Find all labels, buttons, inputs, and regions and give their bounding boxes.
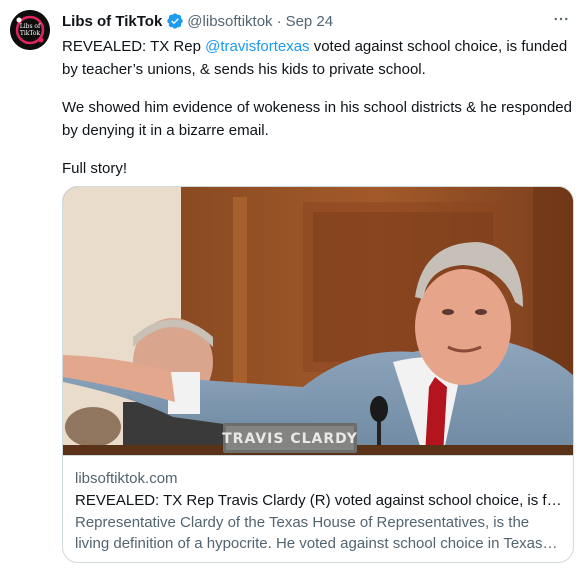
tweet-line1-prefix: REVEALED: TX Rep [62, 38, 206, 55]
timestamp[interactable]: Sep 24 [286, 13, 334, 30]
handle[interactable]: @libsoftiktok [187, 13, 272, 30]
nameplate-text: TRAVIS CLARDY [222, 431, 358, 447]
tweet-paragraph-2: We showed him evidence of wokeness in hi… [62, 99, 572, 139]
tweet-paragraph-1: REVEALED: TX Rep @travisfortexas voted a… [62, 35, 572, 81]
tweet-text: REVEALED: TX Rep @travisfortexas voted a… [62, 35, 572, 180]
display-name[interactable]: Libs of TikTok [62, 13, 162, 30]
card-image[interactable]: TRAVIS CLARDY [63, 187, 573, 455]
card-photo: TRAVIS CLARDY [63, 187, 573, 455]
card-description: Representative Clardy of the Texas House… [75, 514, 543, 552]
link-preview-card[interactable]: TRAVIS CLARDY libsoftiktok.com REVEALED:… [62, 186, 574, 563]
separator-dot: · [276, 12, 282, 30]
mention-link[interactable]: @travisfortexas [205, 38, 309, 55]
avatar-text-line1: Libs of [20, 23, 41, 30]
card-domain: libsoftiktok.com [75, 470, 178, 487]
more-options-button[interactable] [549, 9, 573, 29]
three-dots-icon [554, 17, 568, 21]
card-title: REVEALED: TX Rep Travis Clardy (R) voted… [75, 492, 563, 509]
tweet-paragraph-3: Full story! [62, 160, 128, 177]
tweet[interactable]: Libs of TikTok Libs of TikTok @libsoftik… [0, 0, 587, 573]
avatar-text-line2: TikTok [20, 30, 41, 37]
card-meta[interactable]: libsoftiktok.com REVEALED: TX Rep Travis… [63, 455, 573, 562]
verified-badge-icon [166, 12, 184, 30]
tweet-header: Libs of TikTok @libsoftiktok · Sep 24 [62, 11, 333, 31]
avatar-logo: Libs of TikTok [10, 10, 50, 50]
avatar[interactable]: Libs of TikTok [10, 10, 50, 50]
